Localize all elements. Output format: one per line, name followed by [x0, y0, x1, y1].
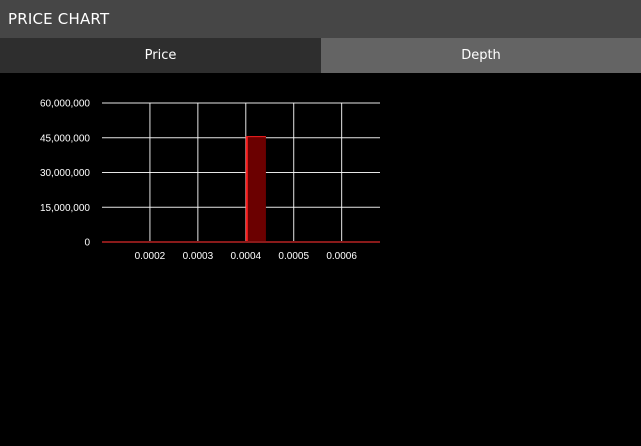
x-tick-label: 0.0005: [278, 251, 309, 262]
price-chart-area: 60,000,000 45,000,000 30,000,000 15,000,000…: [0, 73, 641, 446]
x-tick-label: 0.0002: [135, 251, 166, 262]
x-tick-label: 0.0006: [326, 251, 357, 262]
y-tick-label: 60,000,000: [40, 99, 90, 110]
panel-header: PRICE CHART: [0, 0, 641, 38]
x-tick-label: 0.0003: [183, 251, 214, 262]
tab-depth[interactable]: Depth: [321, 38, 641, 73]
y-tick-label: 45,000,000: [40, 133, 90, 144]
tab-price[interactable]: Price: [0, 38, 321, 73]
y-tick-label: 30,000,000: [40, 168, 90, 179]
y-tick-label: 0: [84, 238, 90, 249]
panel-title: PRICE CHART: [8, 10, 110, 28]
x-tick-label: 0.0004: [230, 251, 261, 262]
chart-tabs: Price Depth: [0, 38, 641, 73]
price-bar: [245, 136, 266, 242]
y-tick-label: 15,000,000: [40, 203, 90, 214]
price-chart: 60,000,000 45,000,000 30,000,000 15,000,000…: [40, 99, 380, 262]
